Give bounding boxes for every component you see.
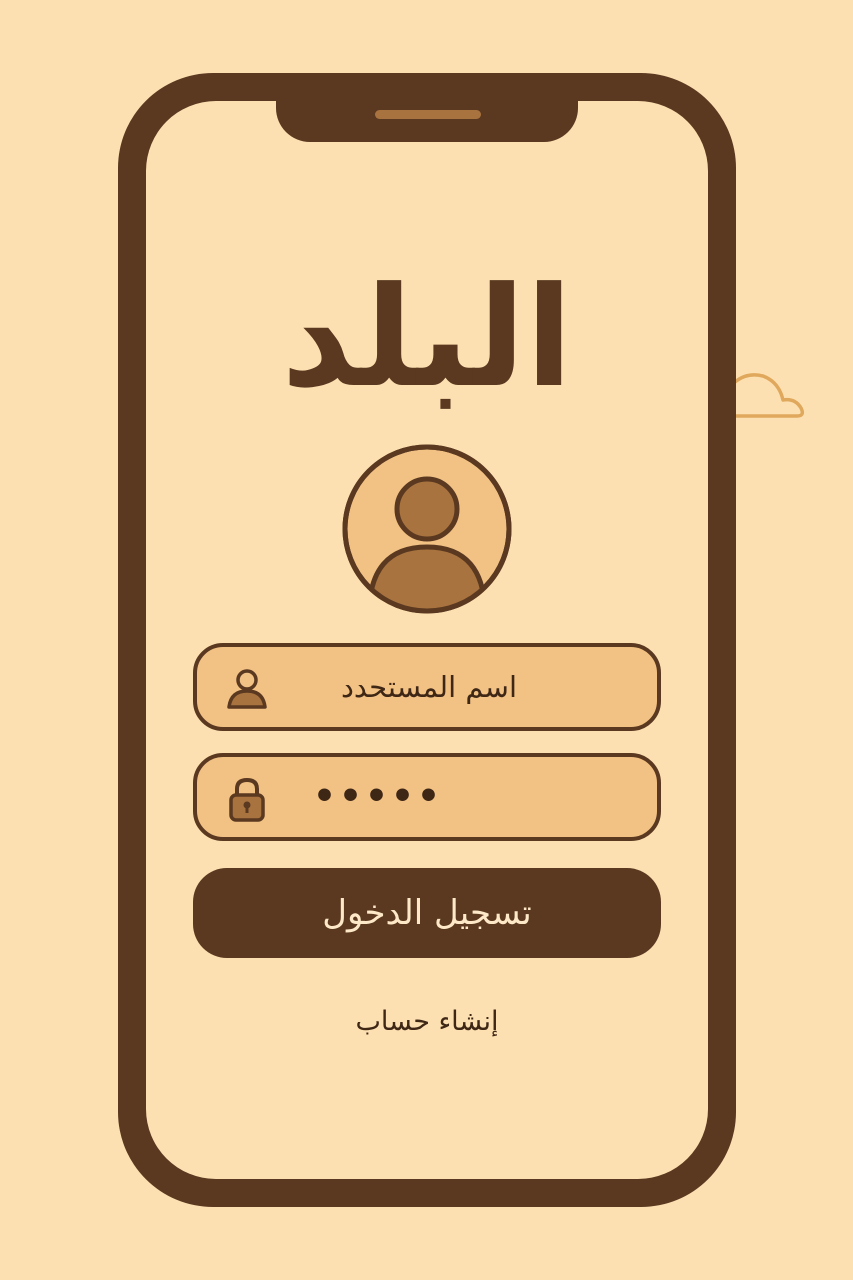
username-field[interactable]: اسم المستحدد (193, 643, 661, 731)
cloud-icon (733, 373, 805, 418)
app-stage: البلد اسم المستحدد ••••• تسجيل الدخول إن… (0, 0, 853, 1280)
lock-icon (229, 777, 265, 822)
phone-speaker (375, 110, 481, 119)
app-title: البلد (281, 257, 573, 418)
user-avatar-icon (342, 444, 512, 614)
password-field[interactable]: ••••• (193, 753, 661, 841)
login-button[interactable]: تسجيل الدخول (193, 868, 661, 958)
username-placeholder: اسم المستحدد (340, 670, 517, 704)
user-icon (227, 669, 267, 709)
create-account-link[interactable]: إنشاء حساب (146, 1000, 708, 1044)
password-value: ••••• (313, 776, 444, 817)
